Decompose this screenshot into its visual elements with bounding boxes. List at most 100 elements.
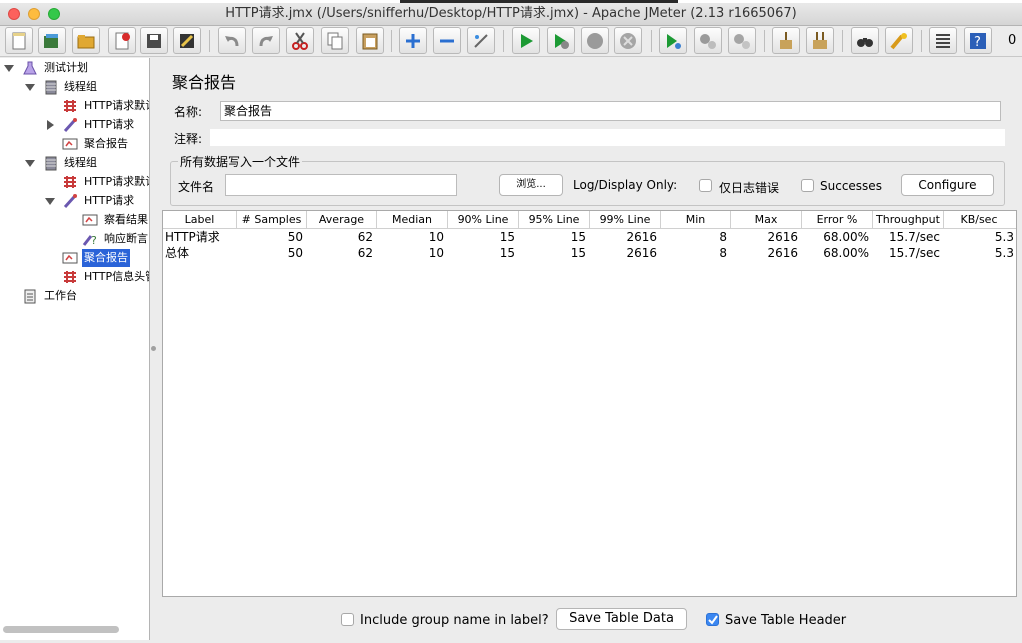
column-header[interactable]: 99% Line	[590, 211, 661, 228]
new-button[interactable]	[5, 27, 33, 54]
open-button[interactable]	[72, 27, 100, 54]
tree-node-aggregate-report[interactable]: 聚合报告	[0, 135, 149, 153]
minimize-window-button[interactable]	[28, 8, 40, 20]
column-header[interactable]: Throughput	[873, 211, 944, 228]
save-table-data-button[interactable]: Save Table Data	[556, 608, 687, 630]
report-icon	[62, 138, 78, 150]
svg-text:?: ?	[91, 234, 97, 247]
expand-arrow-icon[interactable]	[4, 65, 14, 72]
file-group-title: 所有数据写入一个文件	[178, 153, 303, 170]
svg-text:?: ?	[974, 35, 981, 50]
tree-node-header-manager[interactable]: HTTP信息头管	[0, 268, 149, 286]
filename-input[interactable]	[225, 174, 457, 196]
close-button[interactable]	[108, 27, 136, 54]
save-as-button[interactable]	[173, 27, 201, 54]
tree-node-http-defaults[interactable]: HTTP请求默认	[0, 173, 149, 191]
tree-node-http-defaults[interactable]: HTTP请求默认	[0, 97, 149, 115]
clear-button[interactable]	[772, 27, 800, 54]
tree-node-thread-group[interactable]: 线程组	[0, 78, 149, 96]
main-toolbar: ? 0	[0, 26, 1022, 57]
start-no-timers-button[interactable]	[547, 27, 575, 54]
collapse-all-button[interactable]	[433, 27, 461, 54]
copy-button[interactable]	[321, 27, 349, 54]
start-button[interactable]	[512, 27, 540, 54]
comment-label: 注释:	[174, 132, 203, 146]
include-group-name-checkbox[interactable]	[341, 613, 354, 626]
remote-start-button[interactable]	[659, 27, 687, 54]
column-header[interactable]: KB/sec	[944, 211, 1014, 228]
undo-button[interactable]	[218, 27, 246, 54]
redo-icon	[259, 36, 273, 47]
reset-search-icon	[890, 33, 907, 50]
assertion-icon: ?	[82, 234, 97, 247]
remote-shutdown-icon	[734, 34, 750, 49]
tree-node-workbench[interactable]: 工作台	[0, 287, 149, 305]
tree-node-http-request[interactable]: HTTP请求	[0, 116, 149, 134]
thread-group-icon	[45, 80, 57, 95]
test-plan-tree[interactable]: 测试计划 线程组 HTTP请求默认 HTTP请求 聚合报告 线程组 HTTP请求…	[0, 58, 150, 640]
clear-all-button[interactable]	[806, 27, 834, 54]
column-header[interactable]: 90% Line	[448, 211, 519, 228]
templates-button[interactable]	[38, 27, 66, 54]
table-actions-bar: Include group name in label? Save Table …	[158, 546, 1020, 630]
errors-only-checkbox[interactable]	[699, 179, 712, 192]
table-row[interactable]: HTTP请求 50 62 10 15 15 2616 8 2616 68.00%…	[163, 229, 1016, 245]
column-header[interactable]: 95% Line	[519, 211, 590, 228]
table-header: Label # Samples Average Median 90% Line …	[163, 211, 1016, 229]
search-button[interactable]	[851, 27, 879, 54]
new-file-icon	[12, 32, 26, 50]
help-button[interactable]: ?	[964, 27, 992, 54]
tree-node-test-plan[interactable]: 测试计划	[0, 59, 149, 77]
save-table-header-checkbox[interactable]	[706, 613, 719, 626]
expand-arrow-icon[interactable]	[45, 198, 55, 205]
remote-stop-button[interactable]	[694, 27, 722, 54]
column-header[interactable]: Median	[377, 211, 448, 228]
configure-button[interactable]: Configure	[901, 174, 994, 196]
errors-only-label: 仅日志错误	[719, 181, 780, 195]
toggle-button[interactable]	[467, 27, 495, 54]
redo-button[interactable]	[252, 27, 280, 54]
tree-horizontal-scrollbar[interactable]	[3, 626, 119, 633]
aggregate-results-table[interactable]: Label # Samples Average Median 90% Line …	[162, 210, 1017, 597]
successes-checkbox[interactable]	[801, 179, 814, 192]
shutdown-button[interactable]	[614, 27, 642, 54]
remote-shutdown-button[interactable]	[728, 27, 756, 54]
split-pane-divider[interactable]	[151, 346, 156, 351]
page-title: 聚合报告	[172, 73, 237, 92]
column-header[interactable]: Min	[661, 211, 731, 228]
config-icon	[64, 176, 76, 188]
tree-node-response-assertion[interactable]: ? 响应断言	[0, 230, 149, 248]
play-no-pause-icon	[555, 34, 569, 49]
name-label: 名称:	[174, 105, 203, 119]
close-window-button[interactable]	[8, 8, 20, 20]
active-threads-counter: 0	[1008, 33, 1017, 48]
column-header[interactable]: Max	[731, 211, 802, 228]
maximize-window-button[interactable]	[48, 8, 60, 20]
table-row[interactable]: 总体 50 62 10 15 15 2616 8 2616 68.00% 15.…	[163, 245, 1016, 261]
comment-field[interactable]	[210, 129, 1005, 146]
name-field[interactable]: 聚合报告	[220, 101, 1001, 121]
column-header[interactable]: Error %	[802, 211, 873, 228]
scissors-icon	[292, 32, 308, 50]
expand-all-button[interactable]	[399, 27, 427, 54]
expand-arrow-icon[interactable]	[25, 160, 35, 167]
function-helper-button[interactable]	[929, 27, 957, 54]
tree-node-aggregate-report-selected[interactable]: 聚合报告	[0, 249, 149, 267]
column-header[interactable]: Average	[307, 211, 377, 228]
reset-search-button[interactable]	[885, 27, 913, 54]
collapse-arrow-icon[interactable]	[47, 120, 54, 130]
copy-icon	[327, 32, 343, 50]
cut-button[interactable]	[286, 27, 314, 54]
column-header[interactable]: # Samples	[237, 211, 307, 228]
browse-button[interactable]: 浏览...	[499, 174, 563, 196]
tree-node-thread-group[interactable]: 线程组	[0, 154, 149, 172]
help-icon: ?	[970, 33, 986, 50]
stop-button[interactable]	[581, 27, 609, 54]
column-header[interactable]: Label	[163, 211, 237, 228]
tree-node-view-results[interactable]: 察看结果	[0, 211, 149, 229]
save-button[interactable]	[140, 27, 168, 54]
broom-all-icon	[813, 32, 827, 49]
expand-arrow-icon[interactable]	[25, 84, 35, 91]
tree-node-http-request[interactable]: HTTP请求	[0, 192, 149, 210]
paste-button[interactable]	[356, 27, 384, 54]
